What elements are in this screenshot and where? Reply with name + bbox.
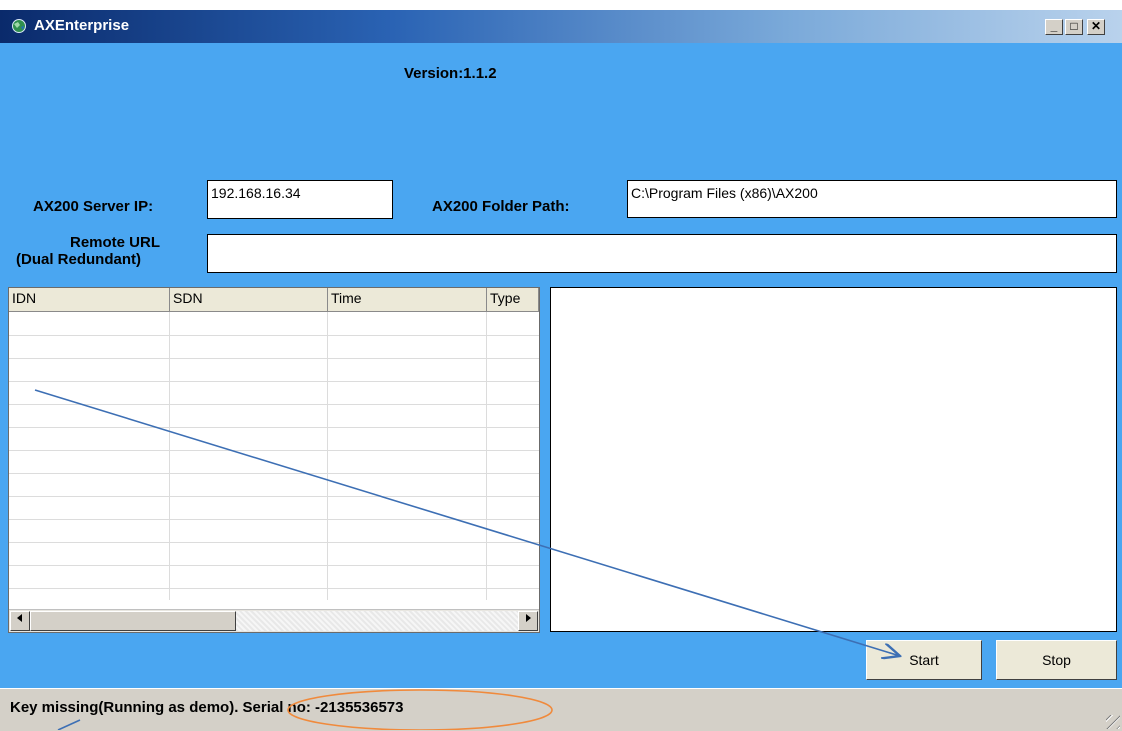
remote-url-label: Remote URL [55, 234, 175, 251]
grid-row-line [9, 358, 539, 359]
resize-grip-icon[interactable] [1106, 715, 1120, 729]
grid-row-line [9, 565, 539, 566]
folder-path-input[interactable]: C:\Program Files (x86)\AX200 [627, 180, 1117, 218]
version-label: Version:1.1.2 [404, 65, 497, 82]
grid-row-line [9, 381, 539, 382]
grid-row-line [9, 496, 539, 497]
stop-button[interactable]: Stop [996, 640, 1117, 680]
close-button[interactable]: ✕ [1087, 19, 1105, 35]
grid-row-line [9, 335, 539, 336]
status-message: Key missing(Running as demo). Serial no:… [10, 699, 404, 716]
grid-row-line [9, 450, 539, 451]
horizontal-scrollbar[interactable] [9, 609, 539, 632]
log-panel[interactable] [550, 287, 1117, 632]
title-bar[interactable]: AXEnterprise _ □ ✕ [0, 10, 1122, 43]
server-ip-input[interactable]: 192.168.16.34 [207, 180, 393, 219]
arrow-left-icon [17, 614, 22, 622]
events-grid[interactable]: IDN SDN Time Type [8, 287, 540, 633]
app-window: AXEnterprise _ □ ✕ Version:1.1.2 AX200 S… [0, 10, 1122, 731]
column-header-time[interactable]: Time [328, 288, 487, 312]
remote-url-label-line2: (Dual Redundant) [16, 251, 141, 268]
arrow-right-icon [526, 614, 531, 622]
remote-url-input[interactable] [207, 234, 1117, 273]
grid-row-line [9, 427, 539, 428]
close-icon: ✕ [1090, 19, 1102, 33]
scroll-thumb[interactable] [30, 611, 236, 631]
scroll-right-button[interactable] [518, 611, 538, 631]
grid-row-line [9, 473, 539, 474]
minimize-icon: _ [1050, 19, 1058, 33]
grid-column-divider [169, 312, 170, 600]
grid-column-divider [486, 312, 487, 600]
grid-row-line [9, 542, 539, 543]
globe-app-icon [12, 19, 26, 33]
scroll-left-button[interactable] [10, 611, 30, 631]
scroll-track[interactable] [236, 611, 518, 631]
folder-path-label: AX200 Folder Path: [432, 198, 570, 215]
column-header-sdn[interactable]: SDN [170, 288, 328, 312]
maximize-icon: □ [1070, 19, 1078, 33]
start-button[interactable]: Start [866, 640, 982, 680]
server-ip-label: AX200 Server IP: [33, 198, 154, 215]
remote-url-label-line1: Remote URL [69, 234, 160, 251]
grid-row-line [9, 519, 539, 520]
status-bar: Key missing(Running as demo). Serial no:… [0, 688, 1122, 731]
minimize-button[interactable]: _ [1045, 19, 1063, 35]
grid-row-line [9, 404, 539, 405]
grid-row-line [9, 588, 539, 589]
column-header-idn[interactable]: IDN [9, 288, 170, 312]
column-header-type[interactable]: Type [487, 288, 539, 312]
maximize-button[interactable]: □ [1065, 19, 1083, 35]
window-title: AXEnterprise [34, 17, 130, 34]
grid-column-divider [327, 312, 328, 600]
